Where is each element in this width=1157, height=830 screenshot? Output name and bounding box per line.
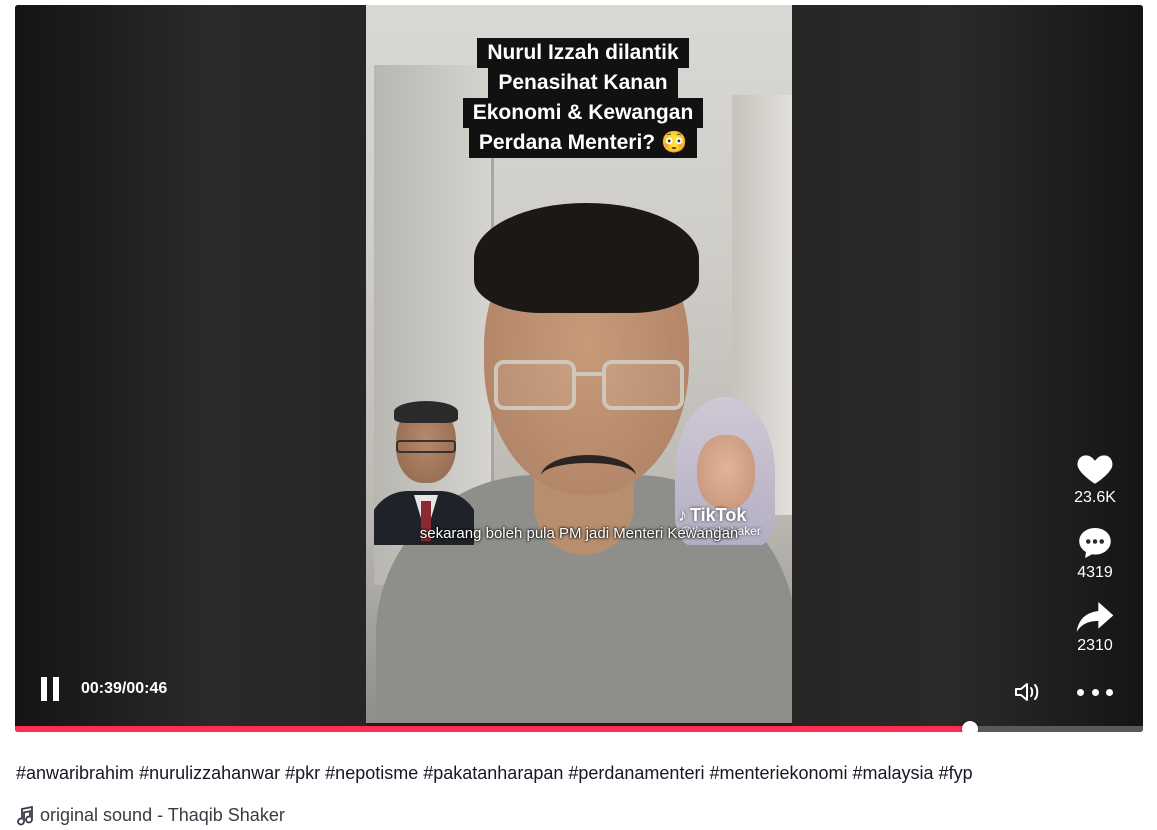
action-bar: 23.6K 4319 2310 bbox=[1070, 450, 1120, 673]
share-arrow-icon bbox=[1076, 602, 1114, 632]
sound-link[interactable]: original sound - Thaqib Shaker bbox=[16, 805, 285, 826]
presenter-beard bbox=[541, 455, 636, 497]
like-button[interactable]: 23.6K bbox=[1070, 450, 1120, 507]
hashtag-link[interactable]: #malaysia bbox=[853, 763, 934, 783]
pause-icon[interactable] bbox=[39, 677, 61, 701]
hashtag-list: #anwaribrahim #nurulizzahanwar #pkr #nepoti… bbox=[16, 763, 978, 784]
share-count: 2310 bbox=[1077, 637, 1113, 654]
hashtag-link[interactable]: #menteriekonomi bbox=[709, 763, 847, 783]
like-count: 23.6K bbox=[1074, 489, 1116, 506]
watermark-logo-text: TikTok bbox=[690, 505, 747, 525]
presenter-glasses bbox=[494, 360, 684, 415]
tiktok-logo-icon: ♪ bbox=[678, 505, 687, 525]
title-line-1: Nurul Izzah dilantik bbox=[477, 38, 689, 68]
playback-controls: 00:39/00:46 bbox=[39, 677, 167, 701]
title-line-3: Ekonomi & Kewangan bbox=[462, 98, 704, 128]
progress-bar[interactable] bbox=[15, 721, 1143, 732]
comment-count: 4319 bbox=[1077, 564, 1113, 581]
hashtag-link[interactable]: #perdanamenteri bbox=[568, 763, 704, 783]
blurred-background-left bbox=[15, 5, 366, 732]
hashtag-link[interactable]: #pkr bbox=[285, 763, 320, 783]
hashtag-link[interactable]: #anwaribrahim bbox=[16, 763, 134, 783]
video-subtitle: sekarang boleh pula PM jadi Menteri Kewa… bbox=[419, 525, 739, 542]
hashtag-link[interactable]: #pakatanharapan bbox=[423, 763, 563, 783]
video-title-overlay: Nurul Izzah dilantik Penasihat Kanan Eko… bbox=[448, 38, 718, 158]
volume-icon[interactable] bbox=[1013, 680, 1043, 704]
music-note-icon bbox=[17, 805, 33, 825]
comment-bubble-icon bbox=[1079, 528, 1111, 558]
comment-button[interactable]: 4319 bbox=[1070, 525, 1120, 582]
more-options-icon[interactable] bbox=[1077, 685, 1113, 699]
title-line-2: Penasihat Kanan bbox=[488, 68, 678, 98]
video-frame[interactable]: Nurul Izzah dilantik Penasihat Kanan Eko… bbox=[366, 5, 792, 723]
video-player[interactable]: Nurul Izzah dilantik Penasihat Kanan Eko… bbox=[15, 5, 1143, 732]
title-line-4: Perdana Menteri? 😳 bbox=[468, 128, 698, 158]
hashtag-link[interactable]: #fyp bbox=[939, 763, 973, 783]
timecode: 00:39/00:46 bbox=[81, 680, 168, 697]
presenter-hair bbox=[474, 203, 699, 313]
heart-icon bbox=[1077, 455, 1113, 484]
sound-title: original sound - Thaqib Shaker bbox=[40, 805, 285, 825]
progress-fill bbox=[15, 726, 971, 732]
hashtag-link[interactable]: #nurulizzahanwar bbox=[139, 763, 280, 783]
hashtag-link[interactable]: #nepotisme bbox=[325, 763, 418, 783]
inset-photo-man bbox=[374, 395, 474, 545]
share-button[interactable]: 2310 bbox=[1070, 600, 1120, 655]
